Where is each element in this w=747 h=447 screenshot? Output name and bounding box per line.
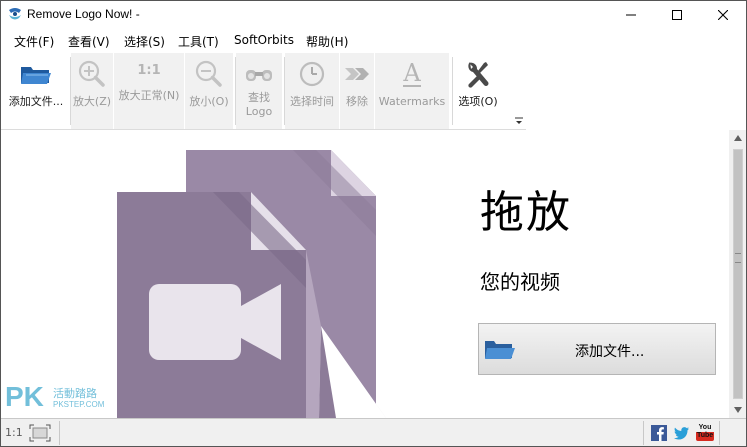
- add-file-button[interactable]: 添加文件...: [3, 53, 69, 129]
- scroll-up-icon[interactable]: [734, 135, 742, 141]
- watermarks-button[interactable]: A Watermarks: [375, 53, 449, 129]
- zoom-in-label: 放大(Z): [72, 95, 112, 108]
- twitter-icon[interactable]: [674, 425, 690, 441]
- zoom-normal-button[interactable]: 1:1 放大正常(N): [114, 53, 184, 129]
- watermarks-label: Watermarks: [378, 95, 446, 108]
- status-separator: [719, 421, 720, 445]
- zoom-normal-icon: 1:1: [137, 62, 161, 78]
- find-logo-label-2: Logo: [245, 105, 273, 118]
- menu-select[interactable]: 选择(S): [124, 33, 165, 50]
- status-separator: [59, 421, 60, 445]
- menu-help[interactable]: 帮助(H): [306, 33, 348, 50]
- scrollbar-thumb[interactable]: [733, 149, 743, 399]
- toolbar: 添加文件... 放大(Z) 1:1 放大正常(N) 放小(O) 查找 Logo …: [1, 53, 526, 130]
- select-time-button[interactable]: 选择时间: [285, 53, 339, 129]
- zoom-out-label: 放小(O): [189, 95, 229, 108]
- youtube-icon[interactable]: You Tube: [696, 423, 714, 443]
- select-time-label: 选择时间: [290, 95, 334, 108]
- status-bar: 1:1 You Tube: [1, 418, 746, 446]
- minimize-button[interactable]: [608, 1, 654, 28]
- status-separator: [643, 421, 644, 445]
- maximize-icon: [672, 9, 682, 20]
- menu-view[interactable]: 查看(V): [68, 33, 110, 50]
- menu-softorbits[interactable]: SoftOrbits: [234, 33, 294, 47]
- minimize-icon: [626, 14, 636, 15]
- scroll-down-icon[interactable]: [734, 407, 742, 413]
- zoom-normal-label: 放大正常(N): [118, 89, 180, 102]
- close-button[interactable]: [700, 1, 746, 28]
- watermark-caption-sub: PKSTEP.COM: [53, 400, 105, 409]
- app-window: Remove Logo Now! - 文件(F) 查看(V) 选择(S) 工具(…: [0, 0, 747, 447]
- folder-open-icon: [21, 67, 51, 84]
- add-file-label: 添加文件...: [8, 95, 64, 108]
- zoom-out-icon: [195, 60, 222, 87]
- fit-screen-icon[interactable]: [29, 424, 51, 442]
- title-bar[interactable]: Remove Logo Now! -: [1, 1, 746, 28]
- drop-title: 拖放: [480, 187, 572, 238]
- zoom-in-icon: [78, 60, 105, 87]
- folder-open-icon: [485, 341, 515, 359]
- menu-bar: 文件(F) 查看(V) 选择(S) 工具(T) SoftOrbits 帮助(H): [1, 31, 746, 51]
- scroll-grip: [735, 253, 741, 263]
- window-title: Remove Logo Now! -: [27, 7, 140, 21]
- status-zoom: 1:1: [5, 426, 23, 439]
- menu-file[interactable]: 文件(F): [14, 33, 54, 50]
- watermark-caption: 活動踏路: [53, 387, 97, 400]
- options-button[interactable]: 选项(O): [453, 53, 503, 129]
- maximize-button[interactable]: [654, 1, 700, 28]
- menu-tools[interactable]: 工具(T): [178, 33, 219, 50]
- find-logo-button[interactable]: 查找 Logo: [236, 53, 282, 129]
- toolbar-overflow-icon[interactable]: [514, 115, 524, 127]
- facebook-icon[interactable]: [651, 425, 667, 441]
- site-watermark: PK 活動踏路 PKSTEP.COM: [5, 381, 105, 417]
- add-file-large-button[interactable]: 添加文件...: [478, 323, 716, 375]
- youtube-text: You Tube: [696, 423, 714, 441]
- options-label: 选项(O): [458, 95, 498, 108]
- binoculars-icon: [246, 70, 272, 81]
- zoom-in-button[interactable]: 放大(Z): [71, 53, 113, 129]
- drop-subtitle: 您的视频: [480, 270, 560, 294]
- find-logo-label: 查找: [248, 91, 270, 104]
- close-icon: [718, 9, 728, 20]
- zoom-out-button[interactable]: 放小(O): [185, 53, 233, 129]
- clock-icon: [299, 61, 325, 87]
- remove-button[interactable]: 移除: [340, 53, 374, 129]
- text-a-icon: A: [403, 59, 421, 87]
- wrench-icon: [468, 62, 489, 88]
- app-logo-icon: [9, 8, 21, 20]
- drop-area[interactable]: 拖放 您的视频 添加文件... PK 活動踏路 PKSTEP.COM: [1, 130, 729, 418]
- watermark-logo: PK: [5, 381, 44, 412]
- remove-label: 移除: [346, 95, 368, 108]
- arrow-right-icon: [345, 68, 369, 80]
- video-file-illustration: [117, 150, 386, 418]
- add-file-large-label: 添加文件...: [575, 344, 645, 360]
